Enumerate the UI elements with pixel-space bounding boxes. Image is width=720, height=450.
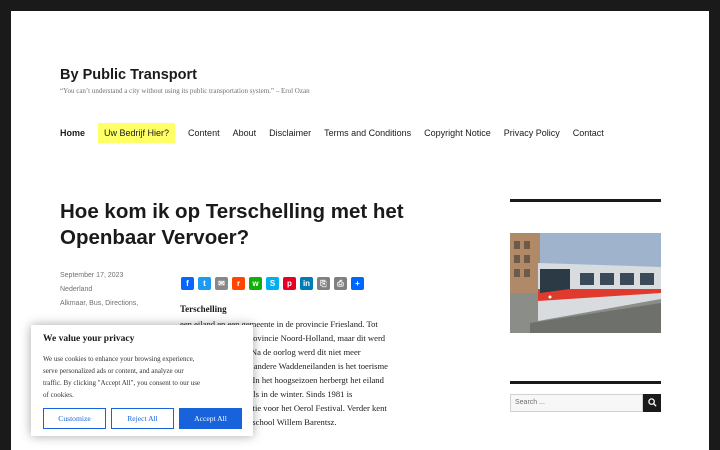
copy-link-icon[interactable]: ⎘ [317, 277, 330, 290]
whatsapp-icon[interactable]: w [249, 277, 262, 290]
print-icon[interactable]: ⎙ [334, 277, 347, 290]
search-button[interactable] [643, 394, 661, 412]
post-country[interactable]: Nederland [60, 285, 160, 295]
customize-button[interactable]: Customize [43, 408, 106, 429]
site-description: “You can’t understand a city without usi… [60, 87, 310, 95]
post-date[interactable]: September 17, 2023 [60, 271, 160, 281]
nav-item-about[interactable]: About [233, 123, 257, 143]
nav-item-content[interactable]: Content [188, 123, 220, 143]
nav-item-contact[interactable]: Contact [573, 123, 604, 143]
linkedin-icon[interactable]: in [300, 277, 313, 290]
share-icon[interactable]: + [351, 277, 364, 290]
pinterest-icon[interactable]: p [283, 277, 296, 290]
site-title[interactable]: By Public Transport [60, 67, 197, 83]
nav-item-home[interactable]: Home [60, 123, 85, 143]
accept-all-button[interactable]: Accept All [179, 408, 242, 429]
nav-item-privacy-policy[interactable]: Privacy Policy [504, 123, 560, 143]
facebook-icon[interactable]: f [181, 277, 194, 290]
post-categories: Alkmaar, Bus, Directions, [60, 299, 160, 309]
twitter-icon[interactable]: t [198, 277, 211, 290]
skype-icon[interactable]: S [266, 277, 279, 290]
widget-divider [510, 199, 661, 202]
category-line[interactable]: Alkmaar, Bus, Directions, [60, 299, 160, 309]
search-icon [647, 394, 657, 412]
nav-item-uw-bedrijf-hier[interactable]: Uw Bedrijf Hier? [98, 123, 176, 143]
section-heading: Terschelling [180, 304, 227, 314]
reject-all-button[interactable]: Reject All [111, 408, 174, 429]
sidebar-train-image[interactable] [510, 233, 661, 333]
cookie-text-line: of cookies. [43, 391, 74, 399]
widget-divider [510, 381, 661, 384]
post-meta: September 17, 2023 Nederland Alkmaar, Bu… [60, 271, 160, 309]
share-buttons: f t ✉ r w S p in ⎘ ⎙ + [181, 277, 368, 290]
email-icon[interactable]: ✉ [215, 277, 228, 290]
cookie-consent-banner: We value your privacy We use cookies to … [31, 325, 253, 436]
reddit-icon[interactable]: r [232, 277, 245, 290]
cookie-buttons: Customize Reject All Accept All [43, 408, 247, 429]
post-title: Hoe kom ik op Terschelling met het Openb… [60, 200, 404, 249]
main-navigation: Home Uw Bedrijf Hier? Content About Disc… [60, 123, 617, 143]
cookie-title: We value your privacy [43, 334, 135, 344]
nav-item-disclaimer[interactable]: Disclaimer [269, 123, 311, 143]
cookie-text-line: traffic. By clicking "Accept All", you c… [43, 379, 201, 387]
cookie-text-line: serve personalized ads or content, and a… [43, 367, 184, 375]
nav-item-terms-and-conditions[interactable]: Terms and Conditions [324, 123, 411, 143]
nav-item-copyright-notice[interactable]: Copyright Notice [424, 123, 491, 143]
cookie-text: We use cookies to enhance your browsing … [43, 353, 243, 401]
page: By Public Transport “You can’t understan… [11, 11, 709, 450]
search-input[interactable]: Search ... [510, 394, 643, 412]
cookie-text-line: We use cookies to enhance your browsing … [43, 355, 195, 363]
